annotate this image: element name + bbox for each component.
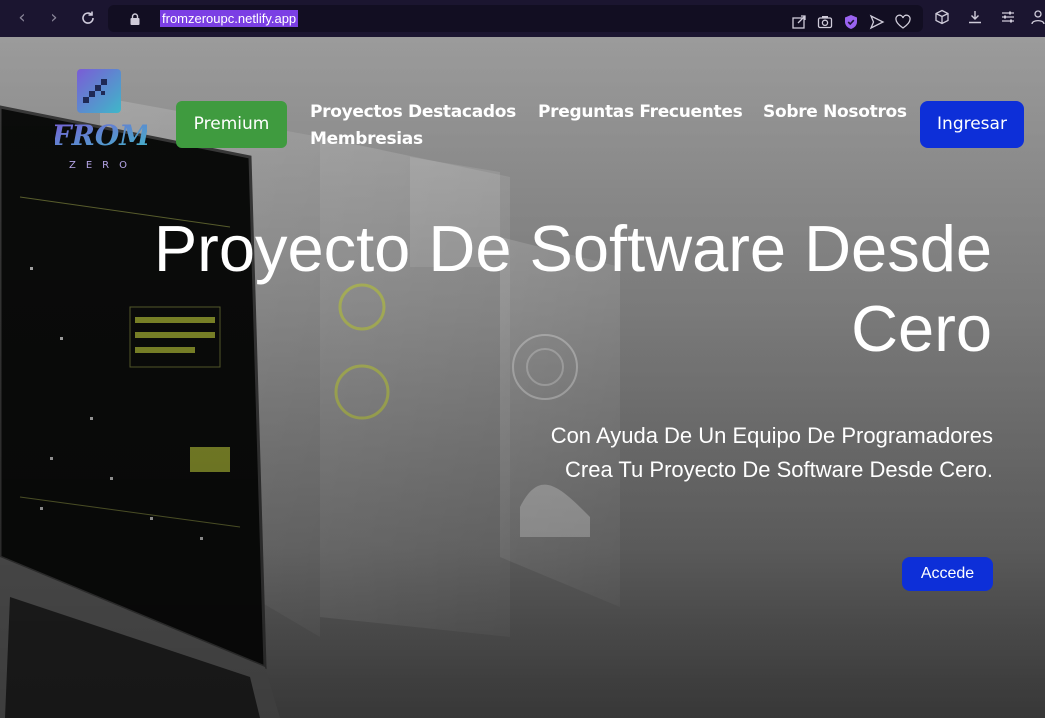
lock-icon: [130, 12, 140, 25]
back-icon[interactable]: ‹: [10, 6, 34, 30]
url-text[interactable]: fromzeroupc.netlify.app: [160, 10, 299, 27]
fromzero-logo[interactable]: FROM ZERO: [51, 67, 151, 177]
hero-title-line1: Proyecto De Software Desde: [153, 212, 992, 285]
logo-text: FROM: [55, 119, 147, 152]
address-bar[interactable]: fromzeroupc.netlify.app: [108, 5, 923, 32]
hero-title-line2: Cero: [851, 292, 992, 365]
browser-toolbar: ‹ › fromzeroupc.netlify.app: [0, 0, 1045, 37]
hero-subtitle: Con Ayuda De Un Equipo De Programadores …: [293, 419, 993, 487]
landing-page: FROM ZERO Premium Proyectos Destacados M…: [0, 37, 1045, 718]
accede-button[interactable]: Accede: [902, 557, 993, 591]
heart-icon[interactable]: [895, 14, 913, 32]
nav-preguntas-frecuentes[interactable]: Preguntas Frecuentes: [538, 102, 743, 122]
hero-background-image: [0, 37, 1045, 718]
settings-sliders-icon[interactable]: [1000, 9, 1018, 27]
profile-icon[interactable]: [1030, 9, 1045, 27]
reload-icon[interactable]: [76, 6, 100, 30]
premium-button[interactable]: Premium: [176, 101, 287, 148]
forward-icon[interactable]: ›: [42, 6, 66, 30]
camera-icon[interactable]: [817, 14, 835, 32]
nav-membresias[interactable]: Membresias: [310, 129, 423, 149]
login-button[interactable]: Ingresar: [920, 101, 1024, 148]
send-icon[interactable]: [869, 14, 887, 32]
hero-subtitle-line2: Crea Tu Proyecto De Software Desde Cero.: [565, 457, 993, 482]
share-icon[interactable]: [791, 14, 809, 32]
cube-icon[interactable]: [934, 9, 952, 27]
download-icon[interactable]: [967, 9, 985, 27]
hero-title: Proyecto De Software Desde Cero: [92, 209, 992, 369]
hero-subtitle-line1: Con Ayuda De Un Equipo De Programadores: [550, 423, 993, 448]
nav-proyectos-destacados[interactable]: Proyectos Destacados: [310, 102, 516, 122]
logo-subtext: ZERO: [69, 160, 137, 171]
shield-icon[interactable]: [843, 14, 861, 32]
nav-sobre-nosotros[interactable]: Sobre Nosotros: [763, 102, 907, 122]
